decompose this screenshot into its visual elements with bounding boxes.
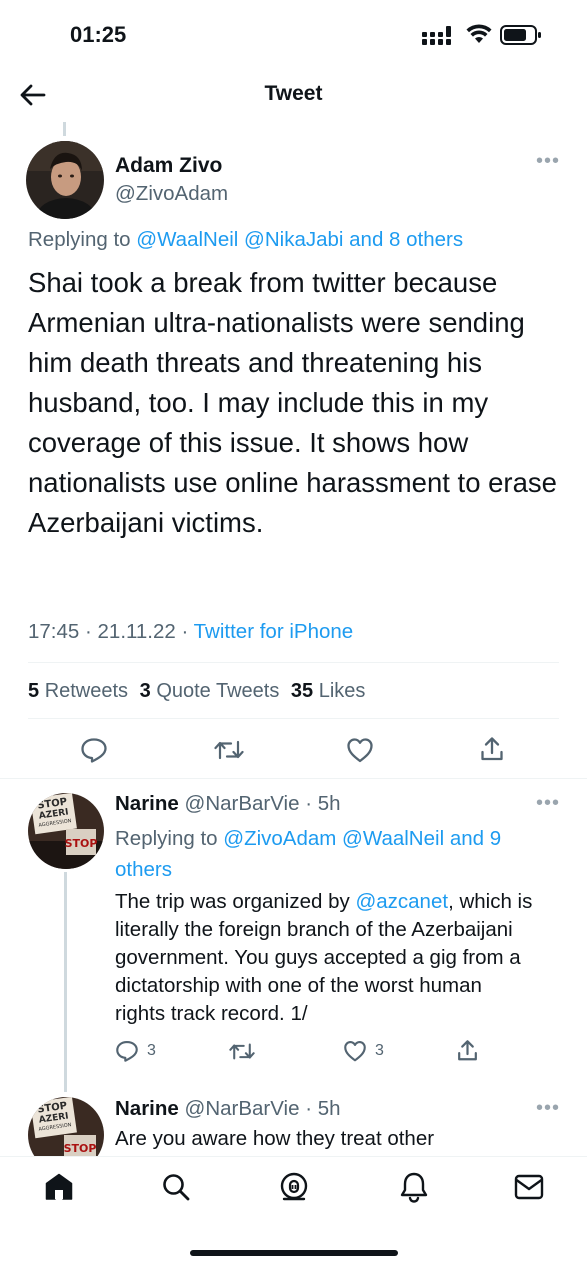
reply-text-segment: , which is [448, 890, 533, 913]
reply-text-line: dictatorship with one of the worst human [115, 974, 482, 997]
reply-text-line: literally the foreign branch of the Azer… [115, 918, 513, 941]
notifications-icon[interactable] [399, 1171, 429, 1203]
author-handle[interactable]: @ZivoAdam [115, 182, 228, 206]
share-icon[interactable] [457, 1039, 478, 1062]
reply-clip-area: STOP AZERI AGGRESSION STOP Narine @NarBa… [0, 1092, 587, 1156]
like-icon[interactable] [343, 1040, 367, 1062]
author-avatar[interactable] [26, 141, 104, 219]
reply-avatar[interactable]: STOP AZERI AGGRESSION STOP [28, 1097, 104, 1156]
retweet-icon[interactable] [229, 1042, 255, 1061]
tweet-stats: 5 Retweets 3 Quote Tweets 35 Likes [28, 680, 365, 703]
reply-header: Narine @NarBarVie · 5h [115, 792, 341, 816]
likes-stat[interactable]: 35 Likes [291, 680, 366, 702]
divider [28, 718, 559, 719]
messages-icon[interactable] [514, 1174, 544, 1200]
mention-link[interactable]: @azcanet [355, 890, 448, 913]
replying-prefix: Replying to [28, 228, 131, 251]
retweets-label: Retweets [44, 680, 129, 702]
reply-avatar[interactable]: STOP AZERI AGGRESSION STOP [28, 793, 104, 869]
reply-author-handle[interactable]: @NarBarVie [185, 1097, 300, 1120]
more-options-icon[interactable]: ••• [536, 792, 560, 815]
retweet-icon[interactable] [214, 739, 244, 761]
quotes-stat[interactable]: 3 Quote Tweets [140, 680, 280, 702]
reply-time: · 5h [299, 792, 341, 815]
reply-text-line: government. You guys accepted a gig from… [115, 946, 521, 969]
spaces-icon[interactable] [278, 1171, 310, 1203]
replying-users-link[interactable]: others [115, 858, 172, 881]
sign-text-stop-2: STOP [64, 1142, 97, 1155]
sign-text-stop-2: STOP [65, 837, 98, 850]
status-time: 01:25 [70, 22, 127, 47]
share-icon[interactable] [480, 736, 504, 762]
reply-time: · 5h [299, 1097, 341, 1120]
reply-icon[interactable] [115, 1040, 139, 1062]
like-count: 3 [375, 1042, 384, 1059]
reply-thread-line [64, 872, 67, 1088]
reply-author-handle[interactable]: @NarBarVie [185, 792, 300, 815]
replying-prefix: Replying to [115, 827, 218, 850]
author-name[interactable]: Adam Zivo [115, 154, 222, 178]
reply-text-line: rights track record. 1/ [115, 1002, 308, 1025]
battery-icon [500, 24, 542, 46]
nav-divider [0, 1156, 587, 1157]
page-title: Tweet [264, 82, 323, 105]
likes-count: 35 [290, 680, 314, 702]
tweet-meta: 17:45 · 21.11.22 · Twitter for iPhone [28, 620, 353, 644]
reply-count: 3 [147, 1042, 156, 1059]
retweets-stat[interactable]: 5 Retweets [28, 680, 128, 702]
search-icon[interactable] [161, 1172, 191, 1202]
quotes-label: Quote Tweets [156, 680, 280, 702]
like-icon[interactable] [346, 737, 374, 763]
reply-text: Are you aware how they treat other [115, 1127, 435, 1150]
cellular-signal-icon [422, 26, 456, 46]
reply-replying-to: Replying to @ZivoAdam @WaalNeil and 9 ot… [115, 823, 555, 885]
thread-line [63, 122, 66, 136]
replying-users-link[interactable]: @ZivoAdam @WaalNeil and 9 [223, 827, 501, 850]
more-options-icon[interactable]: ••• [536, 150, 560, 173]
home-indicator[interactable] [190, 1250, 398, 1256]
tweet-text: Shai took a break from twitter because A… [28, 267, 557, 538]
reply-thread-line [64, 1068, 67, 1092]
wifi-icon [466, 24, 492, 44]
reply-text-segment: The trip was organized by [115, 890, 356, 913]
tweet-timestamp: 17:45 · 21.11.22 · [28, 620, 194, 643]
tweet-source-link[interactable]: Twitter for iPhone [194, 620, 354, 643]
home-icon[interactable] [44, 1172, 74, 1202]
divider [0, 778, 587, 779]
quotes-count: 3 [139, 680, 151, 702]
reply-header: Narine @NarBarVie · 5h [115, 1097, 341, 1121]
divider [28, 662, 559, 663]
likes-label: Likes [318, 680, 366, 702]
reply-author-name[interactable]: Narine [115, 792, 179, 815]
retweets-count: 5 [28, 680, 40, 702]
more-options-icon[interactable]: ••• [536, 1097, 560, 1120]
reply-author-name[interactable]: Narine [115, 1097, 179, 1120]
reply-icon[interactable] [80, 737, 108, 763]
reply-text: The trip was organized by @azcanet, whic… [115, 888, 575, 1028]
replying-users-link[interactable]: @WaalNeil @NikaJabi and 8 others [136, 228, 463, 251]
replying-to: Replying to @WaalNeil @NikaJabi and 8 ot… [28, 228, 463, 252]
